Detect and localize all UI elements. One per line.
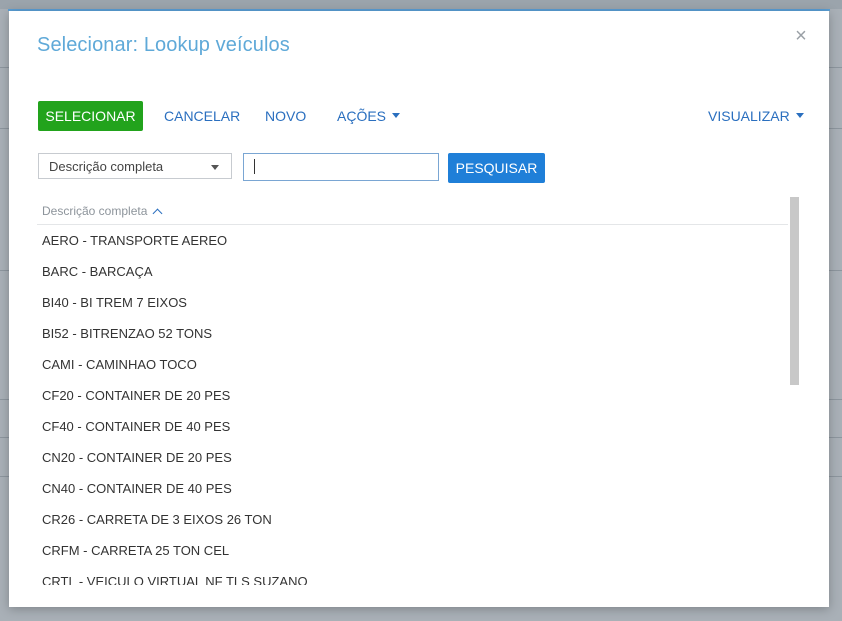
list-item[interactable]: CRTL - VEICULO VIRTUAL NF TLS SUZANO bbox=[37, 566, 788, 585]
list-item[interactable]: BI52 - BITRENZAO 52 TONS bbox=[37, 318, 788, 349]
list-item[interactable]: CF20 - CONTAINER DE 20 PES bbox=[37, 380, 788, 411]
background-top-bar bbox=[0, 0, 842, 9]
list-item[interactable]: CN40 - CONTAINER DE 40 PES bbox=[37, 473, 788, 504]
cancel-button[interactable]: CANCELAR bbox=[164, 101, 240, 131]
search-field-value: Descrição completa bbox=[49, 158, 164, 174]
column-header-description[interactable]: Descrição completa bbox=[42, 204, 163, 218]
results-list: AERO - TRANSPORTE AEREO BARC - BARCAÇA B… bbox=[37, 225, 788, 585]
list-item[interactable]: CAMI - CAMINHAO TOCO bbox=[37, 349, 788, 380]
actions-menu-label: AÇÕES bbox=[337, 108, 387, 124]
view-menu-label: VISUALIZAR bbox=[708, 108, 790, 124]
list-item[interactable]: CR26 - CARRETA DE 3 EIXOS 26 TON bbox=[37, 504, 788, 535]
list-item[interactable]: CRFM - CARRETA 25 TON CEL bbox=[37, 535, 788, 566]
list-item[interactable]: BI40 - BI TREM 7 EIXOS bbox=[37, 287, 788, 318]
chevron-down-icon bbox=[392, 112, 401, 118]
sort-ascending-icon bbox=[152, 208, 163, 218]
close-icon[interactable]: × bbox=[792, 26, 810, 46]
search-button[interactable]: PESQUISAR bbox=[448, 153, 545, 183]
chevron-down-icon bbox=[795, 112, 804, 118]
scrollbar-thumb[interactable] bbox=[790, 197, 799, 385]
new-button[interactable]: NOVO bbox=[265, 101, 306, 131]
search-field-select[interactable]: Descrição completa bbox=[38, 153, 232, 179]
text-cursor bbox=[254, 159, 255, 174]
column-header-label: Descrição completa bbox=[42, 204, 148, 218]
view-menu-button[interactable]: VISUALIZAR bbox=[708, 101, 804, 131]
list-item[interactable]: BARC - BARCAÇA bbox=[37, 256, 788, 287]
lookup-dialog: × Selecionar: Lookup veículos SELECIONAR… bbox=[9, 11, 829, 607]
select-button[interactable]: SELECIONAR bbox=[38, 101, 143, 131]
search-input[interactable] bbox=[243, 153, 439, 181]
dialog-title: Selecionar: Lookup veículos bbox=[37, 34, 290, 56]
list-item[interactable]: CF40 - CONTAINER DE 40 PES bbox=[37, 411, 788, 442]
actions-menu-button[interactable]: AÇÕES bbox=[337, 101, 401, 131]
list-item[interactable]: AERO - TRANSPORTE AEREO bbox=[37, 225, 788, 256]
chevron-down-icon bbox=[211, 165, 219, 170]
list-item[interactable]: CN20 - CONTAINER DE 20 PES bbox=[37, 442, 788, 473]
